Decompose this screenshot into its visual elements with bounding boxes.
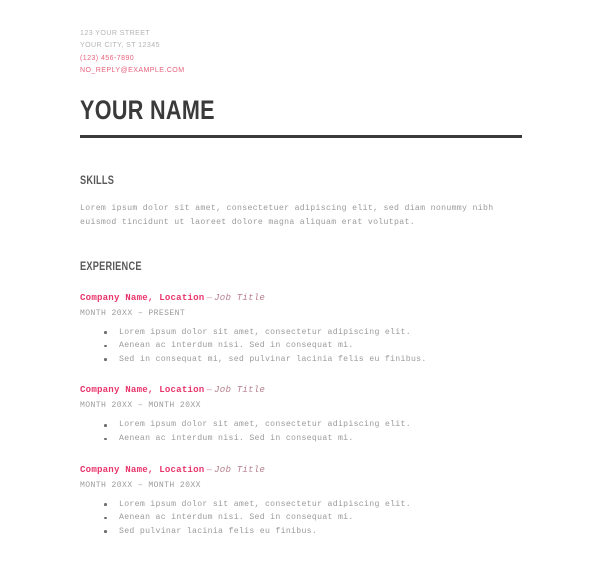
- entry-job-title: Job Title: [214, 384, 266, 396]
- list-item: Aenean ac interdum nisi. Sed in consequa…: [80, 339, 522, 353]
- entry-dash: —: [206, 291, 213, 303]
- list-item: Lorem ipsum dolor sit amet, consectetur …: [80, 326, 522, 340]
- skills-summary-text: Lorem ipsum dolor sit amet, consectetuer…: [80, 204, 494, 227]
- experience-entry: Company Name, Location — Job Title MONTH 2…: [80, 384, 522, 445]
- entry-dates: MONTH 20XX – MONTH 20XX: [80, 480, 201, 490]
- contact-block: 123 YOUR STREET YOUR CITY, ST 12345 (123…: [80, 0, 522, 77]
- entry-headline: Company Name, Location — Job Title: [80, 464, 522, 475]
- list-item: Aenean ac interdum nisi. Sed in consequa…: [80, 511, 522, 525]
- entry-company-name: Company Name, Location: [80, 291, 205, 303]
- entry-bullet-list: Lorem ipsum dolor sit amet, consectetur …: [80, 326, 522, 367]
- list-item: Sed pulvinar lacinia felis eu finibus.: [80, 525, 522, 539]
- experience-entry: Company Name, Location — Job Title MONTH 2…: [80, 464, 522, 539]
- contact-line-city: YOUR CITY, ST 12345: [80, 40, 160, 50]
- section-heading-skills: SKILLS: [80, 174, 115, 187]
- list-item: Lorem ipsum dolor sit amet, consectetur …: [80, 498, 522, 512]
- entry-dash: —: [206, 384, 213, 396]
- title-divider: [80, 134, 522, 138]
- entry-dates: MONTH 20XX – MONTH 20XX: [80, 401, 201, 411]
- contact-line-street: 123 YOUR STREET: [80, 28, 151, 37]
- experience-entry: Company Name, Location — Job Title MONTH 2…: [80, 292, 522, 367]
- contact-line-email[interactable]: NO_REPLY@EXAMPLE.COM: [80, 64, 491, 76]
- section-heading-experience: EXPERIENCE: [80, 261, 142, 274]
- page-title: YOUR NAME: [80, 94, 215, 125]
- entry-headline: Company Name, Location — Job Title: [80, 292, 522, 303]
- entry-job-title: Job Title: [214, 291, 266, 303]
- entry-bullet-list: Lorem ipsum dolor sit amet, consectetur …: [80, 418, 522, 445]
- contact-line-phone[interactable]: (123) 456-7890: [80, 52, 491, 64]
- entry-headline: Company Name, Location — Job Title: [80, 384, 522, 395]
- resume-page: 123 YOUR STREET YOUR CITY, ST 12345 (123…: [0, 0, 602, 568]
- list-item: Aenean ac interdum nisi. Sed in consequa…: [80, 432, 522, 446]
- entry-dash: —: [206, 463, 213, 475]
- entry-bullet-list: Lorem ipsum dolor sit amet, consectetur …: [80, 498, 522, 539]
- list-item: Sed in consequat mi, sed pulvinar lacini…: [80, 353, 522, 367]
- entry-dates: MONTH 20XX – PRESENT: [80, 308, 186, 318]
- entry-job-title: Job Title: [214, 463, 266, 475]
- entry-company-name: Company Name, Location: [80, 384, 205, 396]
- list-item: Lorem ipsum dolor sit amet, consectetur …: [80, 418, 522, 432]
- entry-company-name: Company Name, Location: [80, 463, 205, 475]
